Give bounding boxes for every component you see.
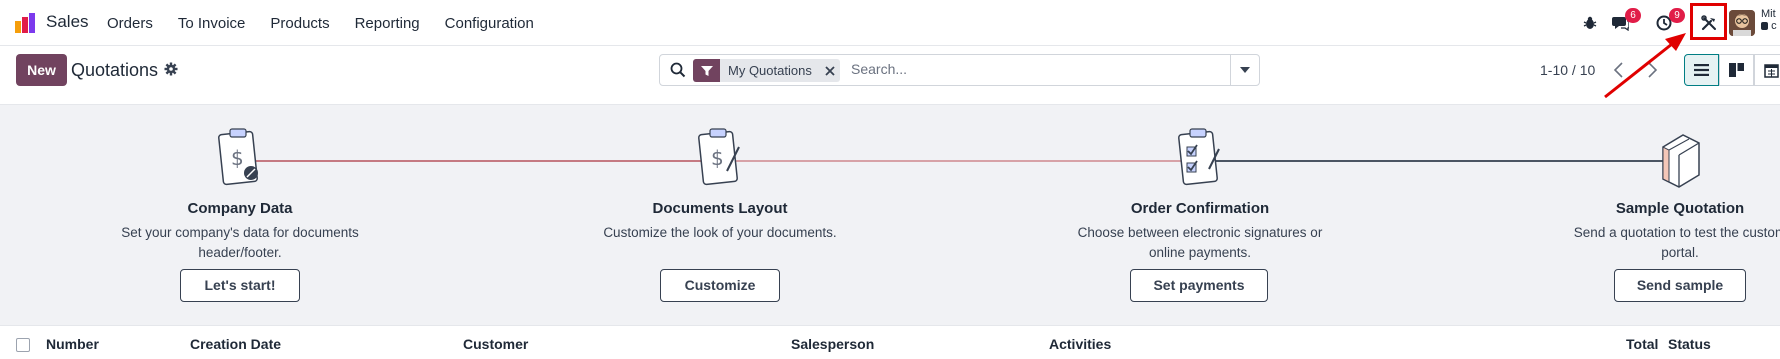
facet-label: My Quotations bbox=[728, 63, 812, 78]
kanban-view-button[interactable] bbox=[1719, 54, 1754, 86]
select-all-checkbox[interactable] bbox=[16, 338, 30, 352]
column-total[interactable]: Total bbox=[1626, 336, 1658, 352]
menu-to-invoice[interactable]: To Invoice bbox=[178, 15, 246, 32]
customize-button[interactable]: Customize bbox=[660, 269, 780, 302]
step-title: Documents Layout bbox=[652, 200, 788, 217]
chevron-left-icon[interactable] bbox=[1612, 60, 1626, 80]
messages-count-badge: 6 bbox=[1625, 8, 1641, 23]
sales-app-icon[interactable] bbox=[14, 12, 36, 34]
pager-value[interactable]: 1-10 / 10 bbox=[1540, 62, 1595, 78]
onboarding-panel: $ Company Data Set your company's data f… bbox=[0, 104, 1780, 326]
caret-down-icon bbox=[1240, 67, 1250, 73]
user-menu[interactable]: Mit c bbox=[1761, 8, 1777, 32]
clipboard-dollar-icon: $ bbox=[218, 128, 258, 186]
page-title: Quotations bbox=[71, 60, 159, 80]
menu-products[interactable]: Products bbox=[270, 15, 329, 32]
avatar[interactable] bbox=[1729, 10, 1755, 36]
menu-configuration[interactable]: Configuration bbox=[445, 15, 534, 32]
bug-icon bbox=[1583, 16, 1597, 29]
filter-icon bbox=[693, 59, 720, 82]
checklist-icon bbox=[1178, 128, 1220, 186]
top-navbar: Sales Orders To Invoice Products Reporti… bbox=[0, 0, 1780, 46]
send-sample-button[interactable]: Send sample bbox=[1614, 269, 1746, 302]
column-creation-date[interactable]: Creation Date bbox=[190, 336, 281, 352]
search-input[interactable] bbox=[851, 61, 1221, 77]
menu-reporting[interactable]: Reporting bbox=[355, 15, 420, 32]
activities-count-badge: 9 bbox=[1669, 8, 1685, 23]
set-payments-button[interactable]: Set payments bbox=[1130, 269, 1268, 302]
progress-line-2 bbox=[720, 160, 1200, 162]
studio-highlight-box bbox=[1690, 3, 1727, 40]
step-description: Set your company's data for documents he… bbox=[121, 225, 359, 260]
user-avatar-image bbox=[1729, 10, 1755, 36]
kanban-icon bbox=[1729, 63, 1744, 77]
envelope-icon bbox=[1662, 134, 1700, 188]
messages-button[interactable]: 6 bbox=[1609, 8, 1641, 36]
column-customer[interactable]: Customer bbox=[463, 336, 528, 352]
progress-line-3 bbox=[1200, 160, 1680, 162]
list-header: Number Creation Date Customer Salesperso… bbox=[0, 326, 1780, 359]
step-description: Customize the look of your documents. bbox=[603, 225, 837, 240]
step-description: Choose between electronic signatures or … bbox=[1077, 225, 1323, 260]
progress-line-1 bbox=[240, 160, 720, 162]
clipboard-pen-icon: $ bbox=[698, 128, 740, 186]
user-company: c bbox=[1761, 20, 1777, 32]
search-bar: My Quotations bbox=[659, 54, 1260, 86]
chevron-right-icon[interactable] bbox=[1645, 60, 1659, 80]
list-view-button[interactable] bbox=[1684, 54, 1719, 86]
search-facet: My Quotations bbox=[693, 59, 840, 82]
database-icon bbox=[1761, 22, 1768, 30]
step-title: Company Data bbox=[187, 200, 293, 217]
facet-remove-icon[interactable] bbox=[820, 59, 840, 82]
calendar-icon bbox=[1764, 63, 1779, 78]
calendar-view-button[interactable] bbox=[1754, 54, 1780, 86]
activities-button[interactable]: 9 bbox=[1653, 8, 1685, 36]
debug-button[interactable] bbox=[1579, 10, 1601, 36]
lets-start-button[interactable]: Let's start! bbox=[180, 269, 300, 302]
step-description: Send a quotation to test the custom port… bbox=[1573, 225, 1780, 260]
svg-text:$: $ bbox=[231, 146, 244, 170]
step-title: Sample Quotation bbox=[1615, 200, 1745, 217]
column-salesperson[interactable]: Salesperson bbox=[791, 336, 874, 352]
svg-text:$: $ bbox=[711, 146, 724, 170]
step-title: Order Confirmation bbox=[1130, 200, 1270, 217]
column-activities[interactable]: Activities bbox=[1049, 336, 1111, 352]
user-name: Mit bbox=[1761, 8, 1776, 20]
user-company-name: c bbox=[1771, 20, 1777, 32]
main-menu: Orders To Invoice Products Reporting Con… bbox=[107, 15, 559, 32]
column-number[interactable]: Number bbox=[46, 336, 99, 352]
search-options-toggle[interactable] bbox=[1230, 55, 1259, 85]
search-icon[interactable] bbox=[670, 62, 686, 78]
column-status[interactable]: Status bbox=[1668, 336, 1711, 352]
app-name[interactable]: Sales bbox=[46, 12, 89, 32]
gear-icon[interactable] bbox=[164, 62, 178, 76]
list-icon bbox=[1694, 64, 1709, 76]
new-button[interactable]: New bbox=[16, 54, 67, 86]
menu-orders[interactable]: Orders bbox=[107, 15, 153, 32]
